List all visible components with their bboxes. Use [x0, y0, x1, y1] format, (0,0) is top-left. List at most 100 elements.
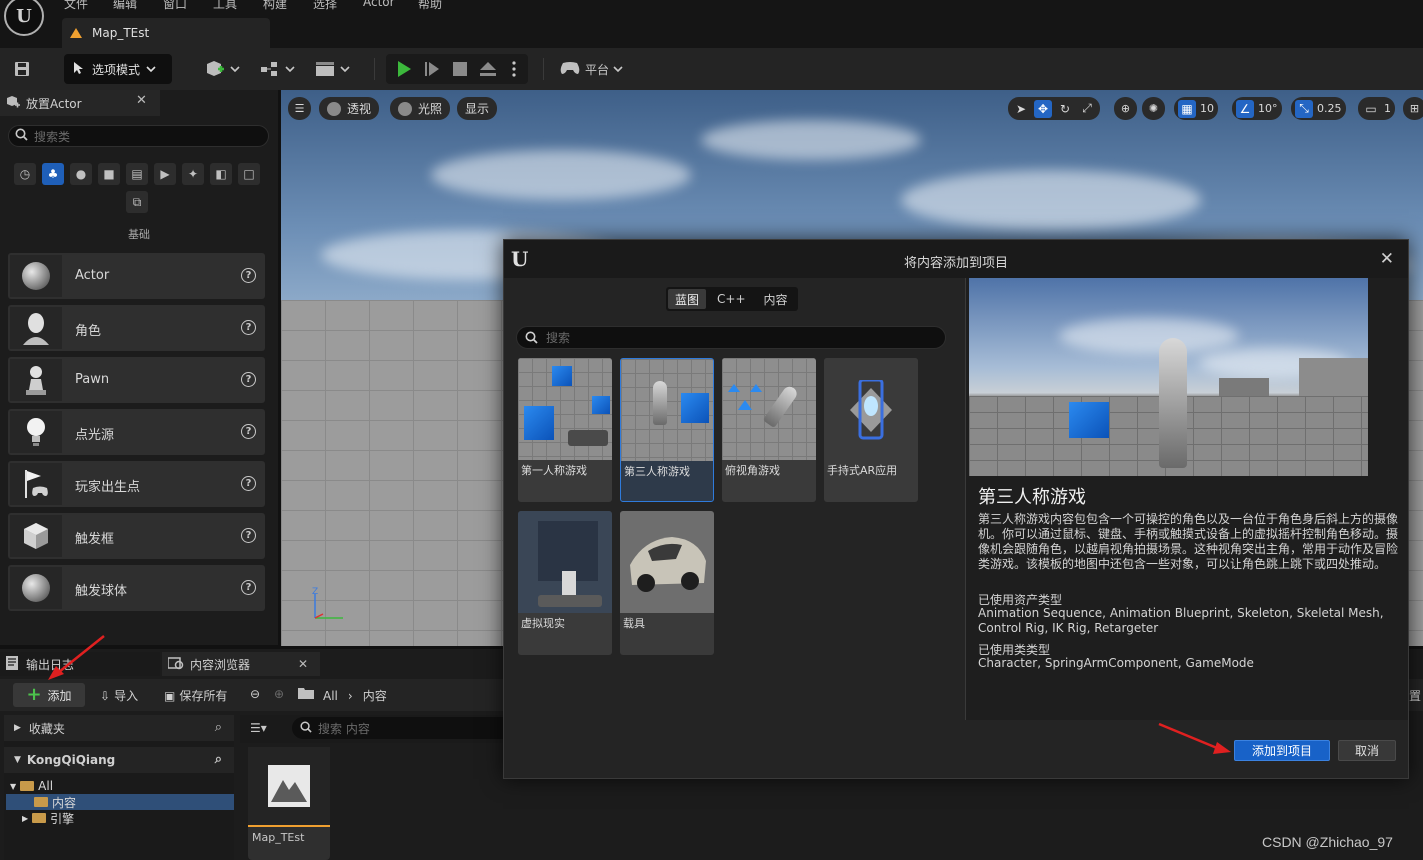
search-icon[interactable]: ⌕	[215, 752, 222, 767]
lighting-button[interactable]: 光照	[390, 97, 451, 120]
shapes-icon[interactable]: ■	[98, 163, 120, 185]
tab-cpp[interactable]: C++	[710, 289, 753, 309]
rotate-tool-icon[interactable]: ↻	[1056, 100, 1074, 118]
geometry-icon[interactable]: □	[238, 163, 260, 185]
chevron-right-icon: ▶	[22, 813, 29, 823]
tree-item-engine[interactable]: ▶ 引擎	[6, 810, 234, 826]
help-icon[interactable]: ?	[241, 528, 256, 543]
add-to-project-button[interactable]: 添加到项目	[1234, 740, 1330, 761]
menu-help[interactable]: 帮助	[418, 0, 442, 12]
actor-item-actor[interactable]: Actor ?	[8, 253, 265, 299]
menu-window[interactable]: 窗口	[163, 0, 187, 12]
actor-item-trigger-box[interactable]: 触发框 ?	[8, 513, 265, 559]
eject-icon[interactable]	[476, 54, 500, 84]
close-icon[interactable]: ✕	[1380, 249, 1394, 269]
actor-item-character[interactable]: 角色 ?	[8, 305, 265, 351]
menu-build[interactable]: 构建	[263, 0, 287, 12]
cinematic-icon[interactable]: ▤	[126, 163, 148, 185]
project-header[interactable]: ▼ KongQiQiang ⌕	[4, 747, 234, 773]
move-tool-icon[interactable]: ✥	[1034, 99, 1052, 118]
tree-item-content[interactable]: 内容	[6, 794, 234, 810]
template-virtual-reality[interactable]: 虚拟现实	[518, 511, 612, 655]
template-handheld-ar[interactable]: 手持式AR应用	[824, 358, 918, 502]
help-icon[interactable]: ?	[241, 424, 256, 439]
help-icon[interactable]: ?	[241, 372, 256, 387]
cinematics-button[interactable]	[313, 54, 353, 84]
save-icon[interactable]	[10, 54, 34, 84]
play-icon[interactable]	[392, 54, 416, 84]
filter-icon[interactable]: ☰▾	[250, 721, 267, 735]
stop-icon[interactable]	[448, 54, 472, 84]
actor-item-trigger-sphere[interactable]: 触发球体 ?	[8, 565, 265, 611]
tab-blueprint[interactable]: 蓝图	[668, 289, 707, 309]
cancel-button[interactable]: 取消	[1338, 740, 1396, 761]
menu-file[interactable]: 文件	[64, 0, 88, 12]
help-icon[interactable]: ?	[241, 476, 256, 491]
content-browser-tab[interactable]: 内容浏览器 ✕	[162, 652, 320, 676]
menu-select[interactable]: 选择	[313, 0, 337, 12]
save-all-button[interactable]: ▣ 保存所有	[164, 687, 227, 704]
menu-actor[interactable]: Actor	[363, 0, 395, 9]
visual-effects-icon[interactable]: ▶	[154, 163, 176, 185]
close-icon[interactable]: ✕	[136, 93, 147, 108]
viewport-menu-icon[interactable]: ☰	[288, 97, 311, 120]
template-search-input[interactable]: 搜索	[516, 326, 946, 349]
asset-tile[interactable]: Map_TEst	[248, 747, 330, 860]
help-icon[interactable]: ?	[241, 268, 256, 283]
scale-snap-button[interactable]: ⤡ 0.25	[1291, 97, 1346, 120]
breadcrumb-all[interactable]: All	[323, 689, 338, 703]
content-search-input[interactable]: 搜索 内容	[292, 717, 505, 739]
layout-icon[interactable]: ⊞	[1403, 97, 1423, 120]
platform-button[interactable]: 平台	[556, 54, 626, 84]
more-categories-icon[interactable]: ⧉	[126, 191, 148, 213]
mode-selector[interactable]: 选项模式	[64, 54, 172, 84]
history-back-icon[interactable]: ⊖	[250, 687, 260, 701]
show-button[interactable]: 显示	[457, 97, 498, 120]
template-first-person[interactable]: 第一人称游戏	[518, 358, 612, 502]
tab-content[interactable]: 内容	[757, 289, 795, 309]
surface-snap-icon[interactable]: ✺	[1142, 97, 1165, 120]
add-button[interactable]: + 添加	[13, 683, 85, 707]
help-icon[interactable]: ?	[241, 580, 256, 595]
unreal-logo-icon[interactable]: U	[4, 0, 44, 36]
help-icon[interactable]: ?	[241, 320, 256, 335]
basic-shapes-icon[interactable]: ♣	[42, 163, 64, 185]
actor-item-point-light[interactable]: 点光源 ?	[8, 409, 265, 455]
class-search-input[interactable]: 搜索类	[8, 125, 269, 147]
close-icon[interactable]: ✕	[298, 657, 308, 671]
add-actor-button[interactable]	[204, 54, 242, 84]
breadcrumb-content[interactable]: 内容	[363, 687, 387, 704]
perspective-button[interactable]: 透视	[319, 97, 380, 120]
actor-item-player-start[interactable]: 玩家出生点 ?	[8, 461, 265, 507]
camera-speed-button[interactable]: ▭ 1	[1358, 97, 1395, 120]
asset-name: Map_TEst	[252, 831, 305, 844]
breadcrumb: All › 内容	[323, 687, 387, 704]
template-vehicle[interactable]: 载具	[620, 511, 714, 655]
tree-item-all[interactable]: ▼ All	[6, 778, 234, 794]
more-options-icon[interactable]	[504, 54, 524, 84]
step-frame-icon[interactable]	[420, 54, 444, 84]
history-forward-icon[interactable]: ⊕	[274, 687, 284, 701]
recent-icon[interactable]: ◷	[14, 163, 36, 185]
perspective-label: 透视	[347, 102, 372, 116]
volumes-icon[interactable]: ✦	[182, 163, 204, 185]
template-third-person[interactable]: 第三人称游戏	[620, 358, 714, 502]
menu-tools[interactable]: 工具	[213, 0, 237, 12]
template-top-down[interactable]: 俯视角游戏	[722, 358, 816, 502]
lights-icon[interactable]: ●	[70, 163, 92, 185]
search-icon[interactable]: ⌕	[215, 720, 222, 735]
import-button[interactable]: ⇩ 导入	[100, 687, 138, 704]
world-space-icon[interactable]: ⊕	[1114, 97, 1137, 120]
blueprint-button[interactable]	[258, 54, 298, 84]
toolbar-divider	[374, 58, 375, 80]
level-tab[interactable]: Map_TEst	[62, 18, 270, 48]
all-classes-icon[interactable]: ◧	[210, 163, 232, 185]
grid-snap-button[interactable]: ▦ 10	[1174, 97, 1218, 120]
place-actors-tab[interactable]: 放置Actor ✕	[0, 90, 160, 116]
menu-edit[interactable]: 编辑	[113, 0, 137, 12]
select-tool-icon[interactable]: ➤	[1012, 100, 1030, 118]
rotation-snap-button[interactable]: ∠ 10°	[1232, 97, 1282, 120]
actor-item-pawn[interactable]: Pawn ?	[8, 357, 265, 403]
favorites-header[interactable]: ▶ 收藏夹 ⌕	[4, 715, 234, 741]
scale-tool-icon[interactable]: ⤢	[1078, 100, 1096, 118]
